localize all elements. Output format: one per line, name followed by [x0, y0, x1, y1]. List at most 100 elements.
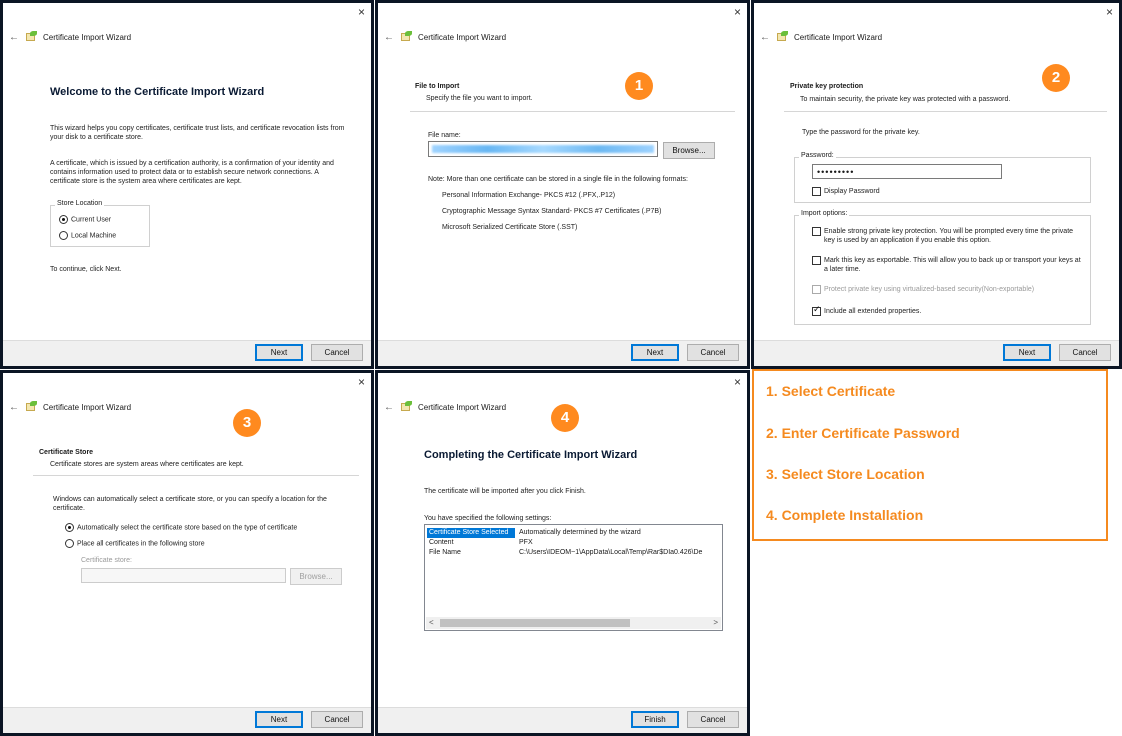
close-icon[interactable]: × — [1106, 5, 1113, 19]
step-badge: 1 — [625, 72, 653, 100]
cancel-button[interactable]: Cancel — [1059, 344, 1111, 361]
back-arrow-icon[interactable]: ← — [9, 32, 19, 43]
certificate-wizard-icon — [25, 401, 37, 413]
close-icon[interactable]: × — [734, 5, 741, 19]
section-subheading: Specify the file you want to import. — [426, 95, 533, 102]
section-subheading: Certificate stores are system areas wher… — [50, 461, 244, 468]
step-badge: 3 — [233, 409, 261, 437]
radio-selected-icon[interactable] — [65, 523, 74, 532]
radio-label: Local Machine — [71, 232, 117, 240]
step-label: 3. Select Store Location — [766, 466, 925, 482]
settings-label: You have specified the following setting… — [424, 515, 552, 522]
wizard-title: Certificate Import Wizard — [794, 32, 883, 42]
scrollbar-thumb[interactable] — [440, 619, 630, 627]
certificate-wizard-icon — [25, 31, 37, 43]
cancel-button[interactable]: Cancel — [687, 711, 739, 728]
settings-row[interactable]: Content PFX — [427, 538, 533, 548]
radio-local-machine[interactable]: Local Machine — [59, 231, 116, 240]
wizard-panel-private-key: × ← Certificate Import Wizard 2 Private … — [751, 0, 1122, 369]
continue-text: To continue, click Next. — [50, 266, 122, 273]
settings-row[interactable]: File Name C:\Users\IDEOM~1\AppData\Local\… — [427, 548, 702, 558]
back-arrow-icon[interactable]: ← — [9, 402, 19, 413]
next-button[interactable]: Next — [1003, 344, 1051, 361]
certificate-wizard-icon — [776, 31, 788, 43]
settings-key: Certificate Store Selected — [427, 528, 515, 538]
checkbox-icon[interactable] — [812, 187, 821, 196]
extended-properties-checkbox[interactable]: Include all extended properties. — [812, 305, 1082, 316]
checkbox-label: Include all extended properties. — [824, 308, 922, 315]
settings-row[interactable]: Certificate Store Selected Automatically … — [427, 528, 641, 538]
step-badge: 4 — [551, 404, 579, 432]
wizard-title: Certificate Import Wizard — [43, 402, 132, 412]
back-arrow-icon[interactable]: ← — [384, 402, 394, 413]
radio-place-in-store[interactable]: Place all certificates in the following … — [65, 539, 205, 548]
section-heading: Private key protection — [790, 83, 864, 90]
wizard-title: Certificate Import Wizard — [418, 402, 507, 412]
wizard-footer: Finish Cancel — [378, 707, 747, 733]
scroll-right-icon[interactable]: > — [713, 617, 718, 629]
wizard-panel-welcome: × ← Certificate Import Wizard Welcome to… — [0, 0, 374, 369]
display-password-checkbox[interactable]: Display Password — [812, 187, 880, 196]
certificate-wizard-icon — [400, 31, 412, 43]
checkbox-icon[interactable] — [812, 256, 821, 265]
intro-text: This wizard helps you copy certificates,… — [50, 125, 345, 141]
close-icon[interactable]: × — [358, 375, 365, 389]
wizard-panel-certificate-store: × ← Certificate Import Wizard 3 Certific… — [0, 370, 374, 736]
format-item: Personal Information Exchange- PKCS #12 … — [442, 192, 616, 199]
next-button[interactable]: Next — [255, 711, 303, 728]
file-name-input[interactable] — [428, 141, 658, 157]
radio-auto-select[interactable]: Automatically select the certificate sto… — [65, 523, 297, 532]
wizard-title: Certificate Import Wizard — [418, 32, 507, 42]
browse-button[interactable]: Browse... — [663, 142, 715, 159]
settings-list[interactable]: Certificate Store Selected Automatically … — [424, 524, 723, 631]
blurred-file-path — [432, 145, 654, 153]
section-heading: File to Import — [415, 83, 460, 90]
strong-protection-checkbox[interactable]: Enable strong private key protection. Yo… — [812, 227, 1082, 245]
wizard-titlebar: ← Certificate Import Wizard — [384, 401, 506, 413]
back-arrow-icon[interactable]: ← — [384, 32, 394, 43]
store-location-label: Store Location — [55, 200, 105, 207]
next-button[interactable]: Next — [631, 344, 679, 361]
scroll-left-icon[interactable]: < — [429, 617, 434, 629]
next-button[interactable]: Next — [255, 344, 303, 361]
finish-button[interactable]: Finish — [631, 711, 679, 728]
cancel-button[interactable]: Cancel — [687, 344, 739, 361]
close-icon[interactable]: × — [358, 5, 365, 19]
description-text: A certificate, which is issued by a cert… — [50, 160, 334, 185]
store-location-group: Store Location Current User Local Machin… — [50, 200, 150, 247]
import-options-label: Import options: — [799, 210, 850, 217]
wizard-titlebar: ← Certificate Import Wizard — [9, 31, 131, 43]
close-icon[interactable]: × — [734, 375, 741, 389]
wizard-footer: Next Cancel — [378, 340, 747, 366]
wizard-titlebar: ← Certificate Import Wizard — [384, 31, 506, 43]
password-label: Password: — [799, 152, 836, 159]
horizontal-scrollbar[interactable]: < > — [426, 617, 721, 629]
wizard-panel-file-to-import: × ← Certificate Import Wizard 1 File to … — [375, 0, 750, 369]
radio-unselected-icon[interactable] — [59, 231, 68, 240]
header-divider — [410, 111, 735, 112]
store-intro-text: Windows can automatically select a certi… — [53, 496, 327, 512]
radio-current-user[interactable]: Current User — [59, 215, 111, 224]
wizard-footer: Next Cancel — [754, 340, 1119, 366]
type-password-text: Type the password for the private key. — [802, 129, 920, 136]
password-input[interactable]: ••••••••• — [812, 164, 1002, 179]
back-arrow-icon[interactable]: ← — [760, 32, 770, 43]
section-heading: Certificate Store — [39, 449, 94, 456]
completion-intro-text: The certificate will be imported after y… — [424, 488, 586, 495]
format-item: Microsoft Serialized Certificate Store (… — [442, 224, 578, 231]
exportable-checkbox[interactable]: Mark this key as exportable. This will a… — [812, 256, 1082, 274]
wizard-footer: Next Cancel — [3, 340, 371, 366]
cancel-button[interactable]: Cancel — [311, 344, 363, 361]
radio-unselected-icon[interactable] — [65, 539, 74, 548]
section-subheading: To maintain security, the private key wa… — [800, 96, 1011, 103]
radio-selected-icon[interactable] — [59, 215, 68, 224]
radio-label: Place all certificates in the following … — [77, 540, 205, 548]
password-value: ••••••••• — [817, 167, 855, 177]
checkbox-icon[interactable] — [812, 227, 821, 236]
step-badge: 2 — [1042, 64, 1070, 92]
settings-key: Content — [429, 539, 454, 546]
settings-value: C:\Users\IDEOM~1\AppData\Local\Temp\Rar$… — [519, 549, 703, 556]
cancel-button[interactable]: Cancel — [311, 711, 363, 728]
checkbox-checked-icon[interactable] — [812, 305, 821, 316]
vbs-protection-checkbox: Protect private key using virtualized-ba… — [812, 285, 1082, 294]
